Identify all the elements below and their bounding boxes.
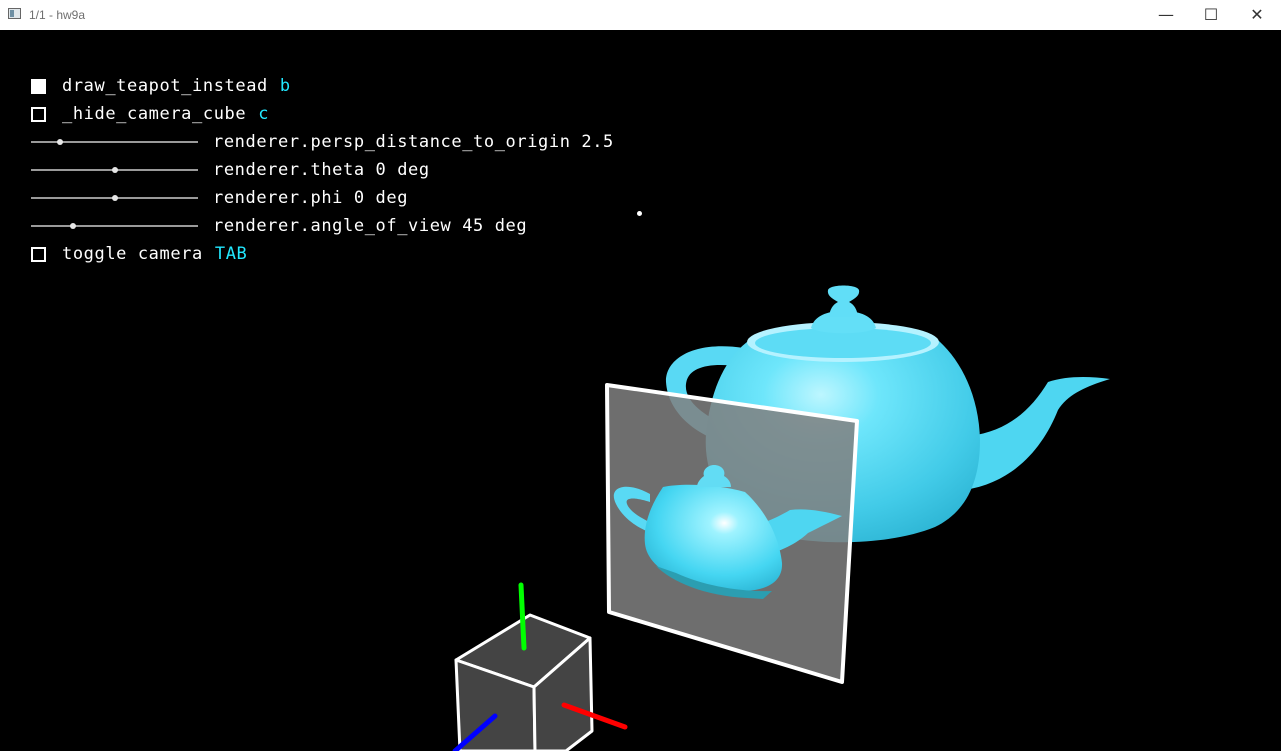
slider-thumb[interactable]: [112, 195, 118, 201]
slider-label: renderer.theta 0 deg: [213, 160, 430, 180]
checkbox-box[interactable]: [31, 246, 46, 262]
slider-label: renderer.persp_distance_to_origin 2.5: [213, 132, 614, 152]
window-title: 1/1 - hw9a: [29, 8, 86, 22]
checkbox-label: _hide_camera_cube: [62, 104, 247, 124]
slider-persp-distance[interactable]: renderer.persp_distance_to_origin 2.5: [31, 131, 614, 153]
slider-track[interactable]: [31, 225, 198, 227]
checkbox-toggle-camera[interactable]: toggle camera TAB: [31, 243, 247, 265]
slider-control[interactable]: [31, 219, 198, 233]
slider-thumb[interactable]: [112, 167, 118, 173]
image-plane: [605, 383, 859, 684]
slider-control[interactable]: [31, 163, 198, 177]
slider-phi[interactable]: renderer.phi 0 deg: [31, 187, 408, 209]
minimize-button[interactable]: —: [1143, 0, 1189, 30]
shortcut-key: c: [258, 104, 270, 124]
window-titlebar: 1/1 - hw9a — ☐ ✕: [0, 0, 1281, 30]
render-viewport[interactable]: draw_teapot_instead b _hide_camera_cube …: [0, 30, 1281, 751]
checkbox-box[interactable]: [31, 106, 46, 122]
checkbox-hide-camera-cube[interactable]: _hide_camera_cube c: [31, 103, 269, 125]
shortcut-key: b: [279, 76, 291, 96]
checkbox-label: toggle camera: [62, 244, 203, 264]
slider-label: renderer.angle_of_view 45 deg: [213, 216, 528, 236]
checkbox-box[interactable]: [31, 78, 46, 94]
camera-cube: [452, 582, 628, 751]
camera-y-axis: [518, 582, 527, 651]
close-button[interactable]: ✕: [1234, 0, 1280, 30]
slider-label: renderer.phi 0 deg: [213, 188, 409, 208]
slider-angle-of-view[interactable]: renderer.angle_of_view 45 deg: [31, 215, 527, 237]
slider-control[interactable]: [31, 135, 198, 149]
slider-thumb[interactable]: [70, 223, 76, 229]
shortcut-key: TAB: [214, 244, 248, 264]
checkbox-label: draw_teapot_instead: [62, 76, 268, 96]
checkbox-draw-teapot-instead[interactable]: draw_teapot_instead b: [31, 75, 291, 97]
target-dot-marker: [637, 211, 642, 216]
slider-thumb[interactable]: [57, 139, 63, 145]
slider-theta[interactable]: renderer.theta 0 deg: [31, 159, 430, 181]
maximize-button[interactable]: ☐: [1188, 0, 1234, 30]
slider-control[interactable]: [31, 191, 198, 205]
app-icon: [8, 8, 21, 19]
